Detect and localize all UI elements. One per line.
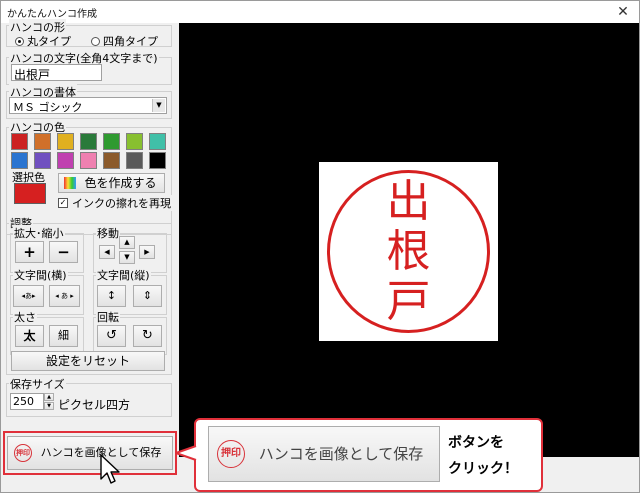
font-select-value: ＭＳ ゴシック <box>13 101 83 114</box>
weight-bold-label: 太 <box>23 329 36 343</box>
spacing-wide-icon: ◂ あ ▸ <box>55 292 74 300</box>
color-swatch[interactable] <box>34 152 51 169</box>
color-swatch[interactable] <box>80 152 97 169</box>
spin-up-icon: ▲ <box>47 394 51 400</box>
weight-thin-button[interactable]: 細 <box>49 325 78 347</box>
spacing-h-narrow-button[interactable]: ◂あ▸ <box>13 285 44 307</box>
create-color-button[interactable]: 色を作成する <box>58 173 165 193</box>
stamp-preview: 出 根 戸 <box>319 162 498 341</box>
spin-down-icon: ▼ <box>47 403 51 409</box>
arrow-right-icon: ▶ <box>144 248 150 256</box>
settings-panel: ハンコの形 丸タイプ 四角タイプ ハンコの文字(全角4文字まで) 出根戸 ハンコ… <box>1 19 179 484</box>
color-swatch[interactable] <box>149 133 166 150</box>
scale-up-button[interactable]: + <box>15 241 44 263</box>
reset-button[interactable]: 設定をリセット <box>11 351 165 371</box>
create-color-button-label: 色を作成する <box>84 176 157 190</box>
font-select[interactable]: ＭＳ ゴシック ▼ <box>9 97 167 114</box>
plus-icon: + <box>23 243 36 261</box>
title-bar: かんたんハンコ作成 ✕ <box>1 1 639 23</box>
minus-icon: − <box>57 243 70 261</box>
callout-save-button: 押印 ハンコを画像として保存 <box>208 426 440 482</box>
save-size-up-button[interactable]: ▲ <box>44 393 54 401</box>
mouse-cursor-icon <box>100 454 120 484</box>
color-swatch[interactable] <box>103 152 120 169</box>
save-size-unit: ピクセル四方 <box>57 396 132 413</box>
ink-checkbox-label: インクの擦れを再現 <box>71 195 172 211</box>
color-swatch[interactable] <box>126 133 143 150</box>
ink-checkbox[interactable]: ✓ <box>58 198 68 208</box>
callout-note-line1: ボタンを <box>448 435 504 451</box>
move-up-button[interactable]: ▲ <box>119 236 135 249</box>
reset-button-label: 設定をリセット <box>45 354 130 368</box>
rotate-cw-icon: ↻ <box>142 328 153 343</box>
rotate-legend: 回転 <box>96 309 120 325</box>
color-swatch[interactable] <box>57 133 74 150</box>
move-legend: 移動 <box>96 225 120 241</box>
hanko-text-input[interactable]: 出根戸 <box>11 64 102 82</box>
stamp-char: 出 <box>387 176 431 227</box>
move-left-button[interactable]: ◀ <box>99 245 115 259</box>
window-title: かんたんハンコ作成 <box>7 9 97 20</box>
color-swatch[interactable] <box>126 152 143 169</box>
spacing-narrow-icon: ◂あ▸ <box>21 292 36 300</box>
save-size-down-button[interactable]: ▼ <box>44 402 54 410</box>
stamp-char: 根 <box>387 226 431 277</box>
spacing-vertical-narrow-icon: ↕ <box>106 289 117 302</box>
palette-icon <box>64 177 76 189</box>
save-size-legend: 保存サイズ <box>9 376 66 392</box>
color-swatch[interactable] <box>149 152 166 169</box>
callout-save-button-label: ハンコを画像として保存 <box>258 445 424 463</box>
spacing-v-wide-button[interactable]: ⇕ <box>133 285 162 307</box>
radio-round-label: 丸タイプ <box>27 35 71 48</box>
arrow-down-icon: ▼ <box>124 253 130 261</box>
radio-square[interactable]: 四角タイプ <box>91 33 158 49</box>
rotate-right-button[interactable]: ↻ <box>133 325 162 347</box>
weight-thin-label: 細 <box>58 329 69 342</box>
spacing-v-narrow-button[interactable]: ↕ <box>97 285 126 307</box>
move-right-button[interactable]: ▶ <box>139 245 155 259</box>
hanko-stamp-icon: 押印 <box>14 444 32 462</box>
stamp-svg: 出 根 戸 <box>327 170 490 333</box>
spacing-h-legend: 文字間(横) <box>13 267 68 283</box>
weight-legend: 太さ <box>13 309 37 325</box>
callout-hanko-icon: 押印 <box>217 440 245 468</box>
color-swatch[interactable] <box>103 133 120 150</box>
arrow-up-icon: ▲ <box>124 238 130 246</box>
spacing-h-wide-button[interactable]: ◂ あ ▸ <box>49 285 80 307</box>
radio-square-indicator <box>91 36 100 46</box>
color-swatch[interactable] <box>80 133 97 150</box>
spacing-v-legend: 文字間(縦) <box>96 267 151 283</box>
color-swatch[interactable] <box>11 133 28 150</box>
selected-color-preview <box>14 183 46 204</box>
save-image-button[interactable]: 押印 ハンコを画像として保存 <box>7 436 173 470</box>
save-size-input[interactable]: 250 <box>10 393 44 410</box>
spacing-vertical-wide-icon: ⇕ <box>142 289 153 302</box>
callout-note-line2: クリック！ <box>448 461 518 477</box>
stamp-char: 戸 <box>387 276 431 327</box>
close-icon[interactable]: ✕ <box>607 1 639 23</box>
chevron-down-icon[interactable]: ▼ <box>152 99 165 112</box>
callout-pointer <box>175 445 197 461</box>
radio-square-label: 四角タイプ <box>103 35 158 48</box>
radio-round-indicator <box>15 36 24 46</box>
color-swatch[interactable] <box>34 133 51 150</box>
weight-bold-button[interactable]: 太 <box>15 325 44 347</box>
app-window: かんたんハンコ作成 ✕ ハンコの形 丸タイプ 四角タイプ ハンコの文字(全角4文… <box>0 0 640 493</box>
move-down-button[interactable]: ▼ <box>119 251 135 264</box>
color-swatch[interactable] <box>57 152 74 169</box>
instruction-callout: 押印 ハンコを画像として保存 ボタンを クリック！ <box>194 418 543 492</box>
arrow-left-icon: ◀ <box>104 248 110 256</box>
color-swatch[interactable] <box>11 152 28 169</box>
rotate-ccw-icon: ↺ <box>106 328 117 343</box>
radio-round[interactable]: 丸タイプ <box>15 33 71 49</box>
rotate-left-button[interactable]: ↺ <box>97 325 126 347</box>
scale-legend: 拡大･縮小 <box>13 225 65 241</box>
scale-down-button[interactable]: − <box>49 241 78 263</box>
